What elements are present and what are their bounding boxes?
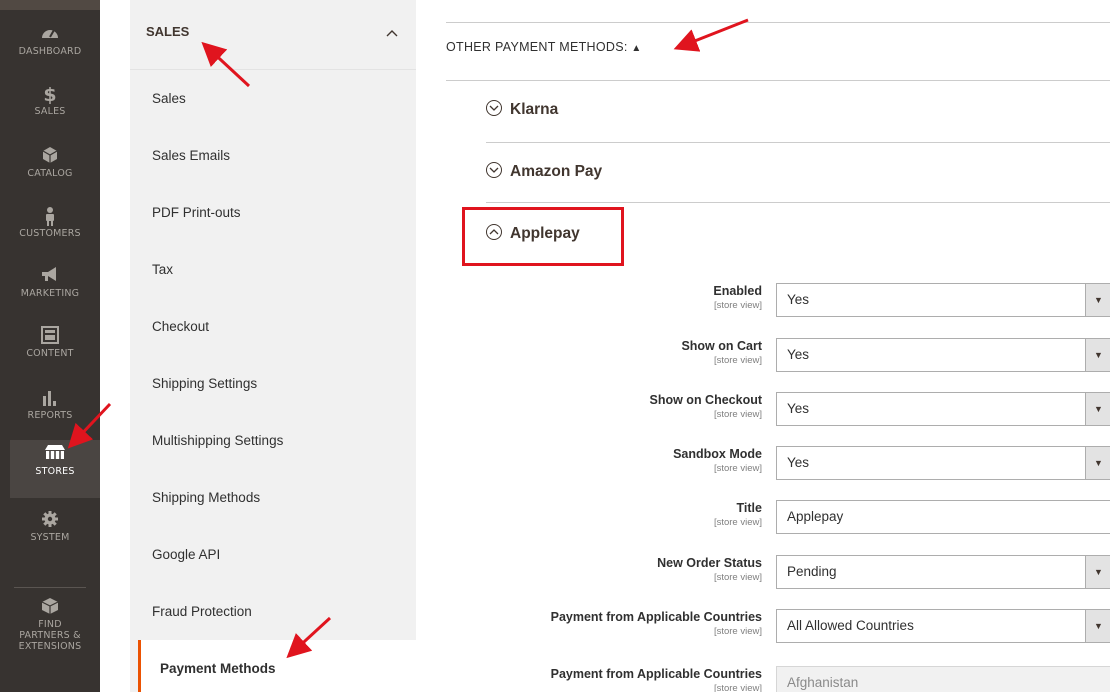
arrow-to-stores bbox=[67, 402, 112, 449]
arrow-to-sales bbox=[201, 41, 251, 88]
arrow-to-payment-methods bbox=[286, 616, 332, 659]
admin-config-page: DASHBOARD $ SALES CATALOG CUSTOMERS MARK… bbox=[0, 0, 1110, 692]
annotation-arrows bbox=[67, 18, 749, 659]
arrow-to-other-methods bbox=[673, 18, 749, 52]
